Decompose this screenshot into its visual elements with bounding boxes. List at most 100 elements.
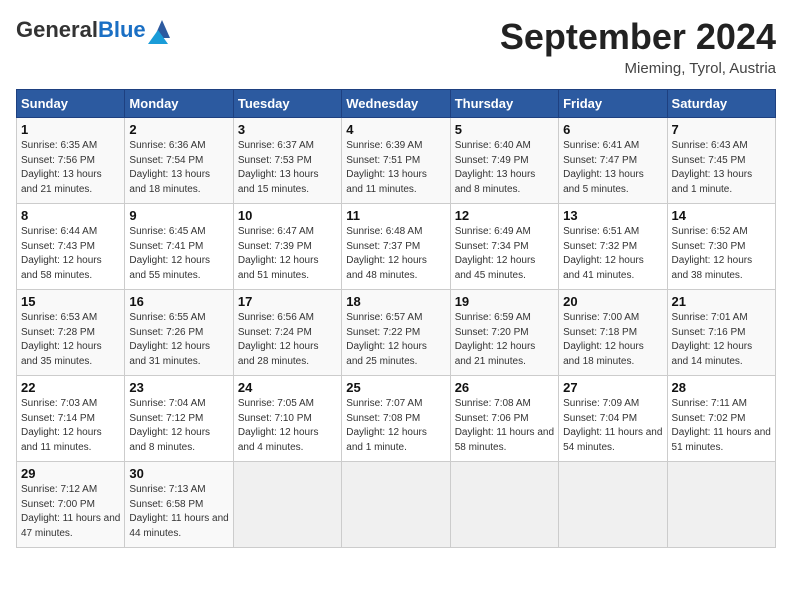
day-detail: Sunrise: 6:59 AM Sunset: 7:20 PM Dayligh…	[455, 311, 554, 369]
day-detail: Sunrise: 7:03 AM Sunset: 7:14 PM Dayligh…	[21, 397, 120, 455]
calendar-cell: 23 Sunrise: 7:04 AM Sunset: 7:12 PM Dayli…	[125, 376, 233, 462]
day-detail: Sunrise: 7:01 AM Sunset: 7:16 PM Dayligh…	[672, 311, 771, 369]
calendar-cell: 15 Sunrise: 6:53 AM Sunset: 7:28 PM Dayli…	[17, 290, 125, 376]
calendar-cell: 22 Sunrise: 7:03 AM Sunset: 7:14 PM Dayli…	[17, 376, 125, 462]
weekday-header: Saturday	[667, 90, 775, 118]
calendar-cell: 9Sunrise: 6:45 AM Sunset: 7:41 PM Daylig…	[125, 204, 233, 290]
day-number: 3	[238, 122, 337, 137]
calendar-cell: 4 Sunrise: 6:39 AM Sunset: 7:51 PM Daylig…	[342, 118, 450, 204]
day-number: 28	[672, 380, 771, 395]
calendar-cell: 6 Sunrise: 6:41 AM Sunset: 7:47 PM Daylig…	[559, 118, 667, 204]
calendar-week-row: 22 Sunrise: 7:03 AM Sunset: 7:14 PM Dayli…	[17, 376, 776, 462]
calendar-cell: 28Sunrise: 7:11 AM Sunset: 7:02 PM Dayli…	[667, 376, 775, 462]
day-number: 16	[129, 294, 228, 309]
weekday-header: Monday	[125, 90, 233, 118]
day-detail: Sunrise: 6:44 AM Sunset: 7:43 PM Dayligh…	[21, 225, 120, 283]
weekday-header: Tuesday	[233, 90, 341, 118]
day-number: 10	[238, 208, 337, 223]
day-number: 14	[672, 208, 771, 223]
day-number: 1	[21, 122, 120, 137]
day-detail: Sunrise: 7:04 AM Sunset: 7:12 PM Dayligh…	[129, 397, 228, 455]
logo: GeneralBlue	[16, 16, 176, 44]
calendar-cell: 21 Sunrise: 7:01 AM Sunset: 7:16 PM Dayli…	[667, 290, 775, 376]
day-detail: Sunrise: 7:09 AM Sunset: 7:04 PM Dayligh…	[563, 397, 662, 455]
calendar-cell: 26 Sunrise: 7:08 AM Sunset: 7:06 PM Dayli…	[450, 376, 558, 462]
day-number: 13	[563, 208, 662, 223]
day-number: 8	[21, 208, 120, 223]
logo-blue: Blue	[98, 17, 146, 42]
calendar-cell: 10 Sunrise: 6:47 AM Sunset: 7:39 PM Dayli…	[233, 204, 341, 290]
day-number: 22	[21, 380, 120, 395]
weekday-header: Sunday	[17, 90, 125, 118]
day-detail: Sunrise: 7:12 AM Sunset: 7:00 PM Dayligh…	[21, 483, 120, 541]
day-number: 26	[455, 380, 554, 395]
day-number: 25	[346, 380, 445, 395]
day-detail: Sunrise: 6:49 AM Sunset: 7:34 PM Dayligh…	[455, 225, 554, 283]
day-number: 21	[672, 294, 771, 309]
day-detail: Sunrise: 6:43 AM Sunset: 7:45 PM Dayligh…	[672, 139, 771, 197]
calendar-cell: 27 Sunrise: 7:09 AM Sunset: 7:04 PM Dayli…	[559, 376, 667, 462]
day-number: 27	[563, 380, 662, 395]
calendar-cell: 7 Sunrise: 6:43 AM Sunset: 7:45 PM Daylig…	[667, 118, 775, 204]
weekday-header: Thursday	[450, 90, 558, 118]
logo-icon	[148, 16, 176, 44]
day-number: 4	[346, 122, 445, 137]
day-number: 18	[346, 294, 445, 309]
location-subtitle: Mieming, Tyrol, Austria	[500, 60, 776, 77]
day-number: 20	[563, 294, 662, 309]
month-title: September 2024	[500, 16, 776, 58]
day-detail: Sunrise: 6:52 AM Sunset: 7:30 PM Dayligh…	[672, 225, 771, 283]
day-detail: Sunrise: 6:39 AM Sunset: 7:51 PM Dayligh…	[346, 139, 445, 197]
logo-general: General	[16, 17, 98, 42]
page-header: GeneralBlue September 2024 Mieming, Tyro…	[16, 16, 776, 77]
calendar-cell	[667, 462, 775, 548]
day-number: 11	[346, 208, 445, 223]
day-number: 23	[129, 380, 228, 395]
day-number: 6	[563, 122, 662, 137]
day-detail: Sunrise: 7:08 AM Sunset: 7:06 PM Dayligh…	[455, 397, 554, 455]
weekday-header: Friday	[559, 90, 667, 118]
day-detail: Sunrise: 6:53 AM Sunset: 7:28 PM Dayligh…	[21, 311, 120, 369]
day-number: 19	[455, 294, 554, 309]
calendar-week-row: 29 Sunrise: 7:12 AM Sunset: 7:00 PM Dayli…	[17, 462, 776, 548]
header-row: SundayMondayTuesdayWednesdayThursdayFrid…	[17, 90, 776, 118]
day-detail: Sunrise: 7:07 AM Sunset: 7:08 PM Dayligh…	[346, 397, 445, 455]
calendar-cell: 12 Sunrise: 6:49 AM Sunset: 7:34 PM Dayli…	[450, 204, 558, 290]
calendar-cell: 16Sunrise: 6:55 AM Sunset: 7:26 PM Dayli…	[125, 290, 233, 376]
calendar-cell: 11 Sunrise: 6:48 AM Sunset: 7:37 PM Dayli…	[342, 204, 450, 290]
day-number: 29	[21, 466, 120, 481]
calendar-cell: 24Sunrise: 7:05 AM Sunset: 7:10 PM Dayli…	[233, 376, 341, 462]
calendar-cell	[342, 462, 450, 548]
day-number: 17	[238, 294, 337, 309]
day-detail: Sunrise: 7:13 AM Sunset: 6:58 PM Dayligh…	[129, 483, 228, 541]
calendar-cell: 8 Sunrise: 6:44 AM Sunset: 7:43 PM Daylig…	[17, 204, 125, 290]
calendar-cell: 17Sunrise: 6:56 AM Sunset: 7:24 PM Dayli…	[233, 290, 341, 376]
calendar-table: SundayMondayTuesdayWednesdayThursdayFrid…	[16, 89, 776, 548]
day-detail: Sunrise: 6:35 AM Sunset: 7:56 PM Dayligh…	[21, 139, 120, 197]
calendar-cell: 5Sunrise: 6:40 AM Sunset: 7:49 PM Daylig…	[450, 118, 558, 204]
day-number: 2	[129, 122, 228, 137]
title-block: September 2024 Mieming, Tyrol, Austria	[500, 16, 776, 77]
day-number: 5	[455, 122, 554, 137]
day-detail: Sunrise: 6:41 AM Sunset: 7:47 PM Dayligh…	[563, 139, 662, 197]
calendar-cell: 14 Sunrise: 6:52 AM Sunset: 7:30 PM Dayli…	[667, 204, 775, 290]
calendar-cell: 25 Sunrise: 7:07 AM Sunset: 7:08 PM Dayli…	[342, 376, 450, 462]
day-detail: Sunrise: 6:47 AM Sunset: 7:39 PM Dayligh…	[238, 225, 337, 283]
calendar-cell: 20Sunrise: 7:00 AM Sunset: 7:18 PM Dayli…	[559, 290, 667, 376]
calendar-cell: 18 Sunrise: 6:57 AM Sunset: 7:22 PM Dayli…	[342, 290, 450, 376]
calendar-body: 1 Sunrise: 6:35 AM Sunset: 7:56 PM Daylig…	[17, 118, 776, 548]
day-number: 9	[129, 208, 228, 223]
day-number: 7	[672, 122, 771, 137]
day-detail: Sunrise: 6:48 AM Sunset: 7:37 PM Dayligh…	[346, 225, 445, 283]
weekday-header: Wednesday	[342, 90, 450, 118]
day-detail: Sunrise: 6:51 AM Sunset: 7:32 PM Dayligh…	[563, 225, 662, 283]
day-number: 15	[21, 294, 120, 309]
calendar-cell: 2 Sunrise: 6:36 AM Sunset: 7:54 PM Daylig…	[125, 118, 233, 204]
day-detail: Sunrise: 6:36 AM Sunset: 7:54 PM Dayligh…	[129, 139, 228, 197]
calendar-cell	[559, 462, 667, 548]
day-number: 12	[455, 208, 554, 223]
day-number: 24	[238, 380, 337, 395]
calendar-cell: 13 Sunrise: 6:51 AM Sunset: 7:32 PM Dayli…	[559, 204, 667, 290]
day-detail: Sunrise: 6:57 AM Sunset: 7:22 PM Dayligh…	[346, 311, 445, 369]
day-detail: Sunrise: 6:37 AM Sunset: 7:53 PM Dayligh…	[238, 139, 337, 197]
